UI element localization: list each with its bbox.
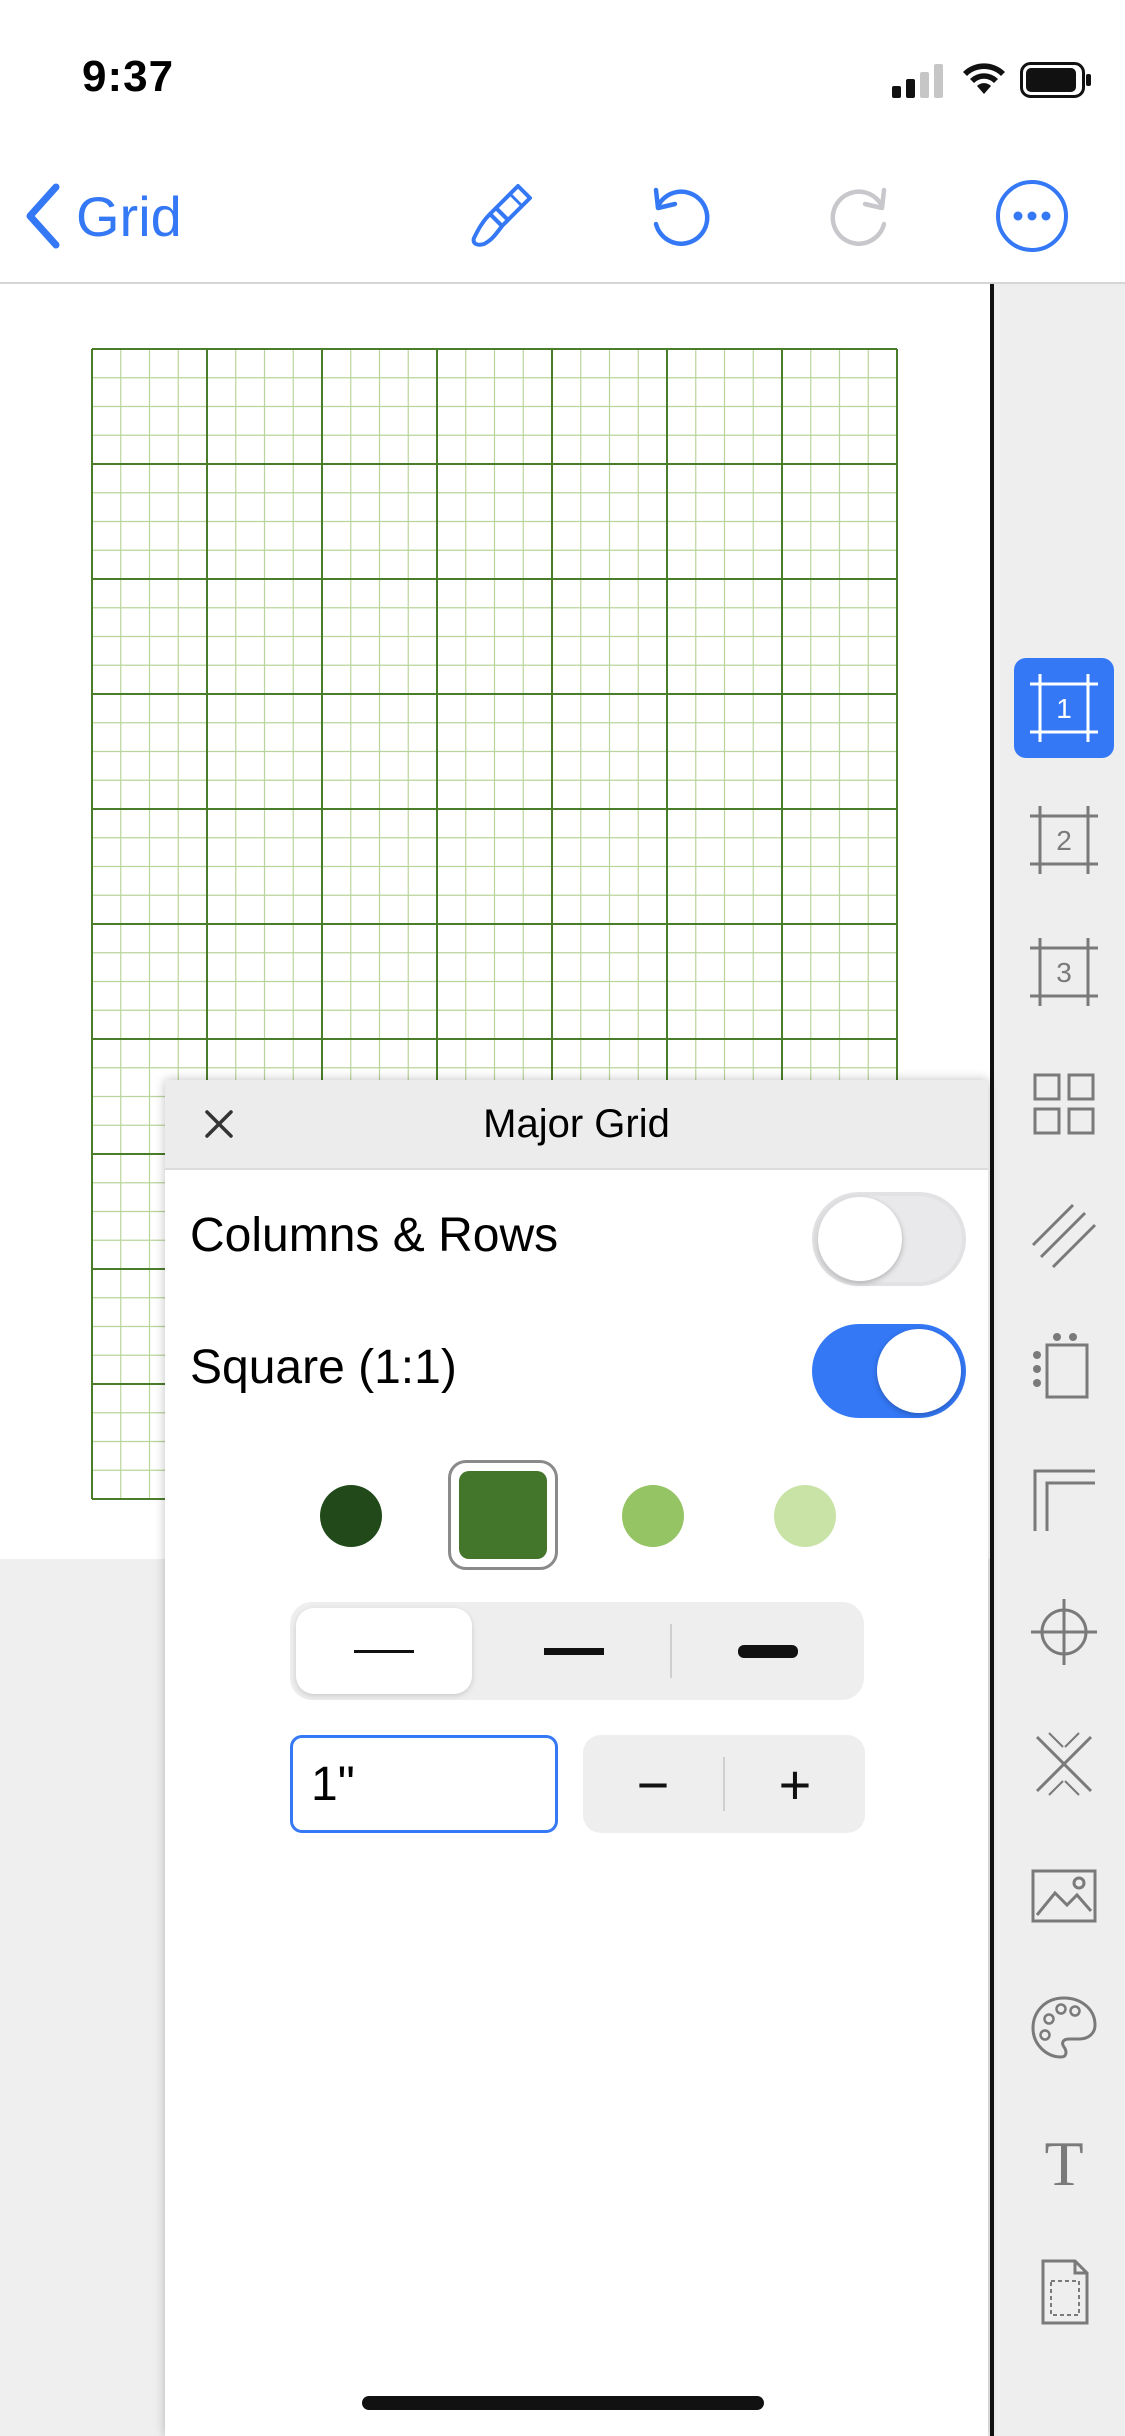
toggle-knob xyxy=(877,1329,961,1413)
grid-layout-tool[interactable] xyxy=(1014,1054,1114,1154)
dot-margin-tool[interactable] xyxy=(1014,1318,1114,1418)
battery-icon xyxy=(1020,62,1091,98)
color-swatch-green-selected[interactable] xyxy=(448,1460,558,1570)
palette-icon xyxy=(1031,1996,1097,2059)
grid-size-input[interactable] xyxy=(290,1735,558,1833)
line-weight-thick[interactable] xyxy=(680,1608,856,1694)
square-label: Square (1:1) xyxy=(190,1341,457,1394)
page-tool[interactable] xyxy=(1014,2242,1114,2342)
layer-1-icon: 1 xyxy=(1030,674,1098,742)
increment-button[interactable]: + xyxy=(725,1735,865,1833)
palette-tool[interactable] xyxy=(1014,1978,1114,2078)
status-time: 9:37 xyxy=(82,52,175,101)
text-tool[interactable]: T xyxy=(1014,2110,1114,2210)
segment-divider xyxy=(670,1624,672,1678)
columns-rows-toggle[interactable] xyxy=(812,1192,966,1286)
text-tool-label: T xyxy=(1044,2128,1083,2195)
medium-line-glyph xyxy=(544,1647,604,1655)
layer-1-tool[interactable]: 1 xyxy=(1014,658,1114,758)
line-weight-segmented-control xyxy=(290,1602,864,1700)
more-icon[interactable] xyxy=(994,178,1070,254)
toggle-knob xyxy=(818,1197,902,1281)
layer-1-label: 1 xyxy=(1056,693,1072,724)
thin-line-glyph xyxy=(354,1649,414,1653)
panel-header: Major Grid xyxy=(165,1080,988,1170)
major-grid-panel: Major Grid Columns & Rows Square (1:1) − xyxy=(165,1080,988,2436)
image-icon xyxy=(1031,1869,1097,1923)
undo-icon[interactable] xyxy=(642,178,718,254)
line-weight-thin[interactable] xyxy=(296,1608,472,1694)
layer-3-tool[interactable]: 3 xyxy=(1014,922,1114,1022)
corner-tool[interactable] xyxy=(1014,1450,1114,1550)
thick-line-glyph xyxy=(738,1644,798,1658)
x-pattern-icon xyxy=(1035,1732,1093,1796)
panel-title: Major Grid xyxy=(483,1102,670,1146)
signal-icon xyxy=(892,64,943,98)
back-button[interactable]: Grid xyxy=(22,180,182,252)
color-swatch-dark-green[interactable] xyxy=(320,1485,382,1547)
tool-sidebar: 1 2 3 T xyxy=(990,284,1125,2436)
redo-icon[interactable] xyxy=(822,178,898,254)
layer-3-icon: 3 xyxy=(1030,938,1098,1006)
grid-size-stepper: − + xyxy=(583,1735,865,1833)
grid-layout-icon xyxy=(1033,1073,1095,1135)
selected-swatch-fill xyxy=(459,1471,547,1559)
page-icon xyxy=(1041,2259,1089,2325)
layer-2-label: 2 xyxy=(1056,825,1072,856)
layer-2-tool[interactable]: 2 xyxy=(1014,790,1114,890)
square-toggle[interactable] xyxy=(812,1324,966,1418)
color-swatch-light-green[interactable] xyxy=(622,1485,684,1547)
corner-icon xyxy=(1033,1469,1095,1531)
columns-rows-label: Columns & Rows xyxy=(190,1209,559,1262)
diagonal-lines-icon xyxy=(1031,1203,1097,1269)
x-pattern-tool[interactable] xyxy=(1014,1714,1114,1814)
crosshair-icon xyxy=(1031,1599,1097,1665)
back-label: Grid xyxy=(76,184,182,248)
layer-2-icon: 2 xyxy=(1030,806,1098,874)
wifi-icon xyxy=(963,63,1005,94)
text-icon: T xyxy=(1044,2128,1083,2195)
chevron-left-icon xyxy=(26,183,60,249)
navigation-bar: Grid xyxy=(0,150,1125,284)
line-weight-medium[interactable] xyxy=(486,1608,662,1694)
home-indicator xyxy=(362,2396,764,2410)
status-bar: 9:37 xyxy=(0,0,1125,150)
crosshair-tool[interactable] xyxy=(1014,1582,1114,1682)
dot-margin-icon xyxy=(1033,1333,1089,1399)
decrement-button[interactable]: − xyxy=(583,1735,723,1833)
diagonal-lines-tool[interactable] xyxy=(1014,1186,1114,1286)
close-icon[interactable] xyxy=(195,1100,243,1148)
paintbrush-icon[interactable] xyxy=(462,178,538,254)
image-tool[interactable] xyxy=(1014,1846,1114,1946)
layer-3-label: 3 xyxy=(1056,957,1072,988)
color-swatch-pale-green[interactable] xyxy=(774,1485,836,1547)
